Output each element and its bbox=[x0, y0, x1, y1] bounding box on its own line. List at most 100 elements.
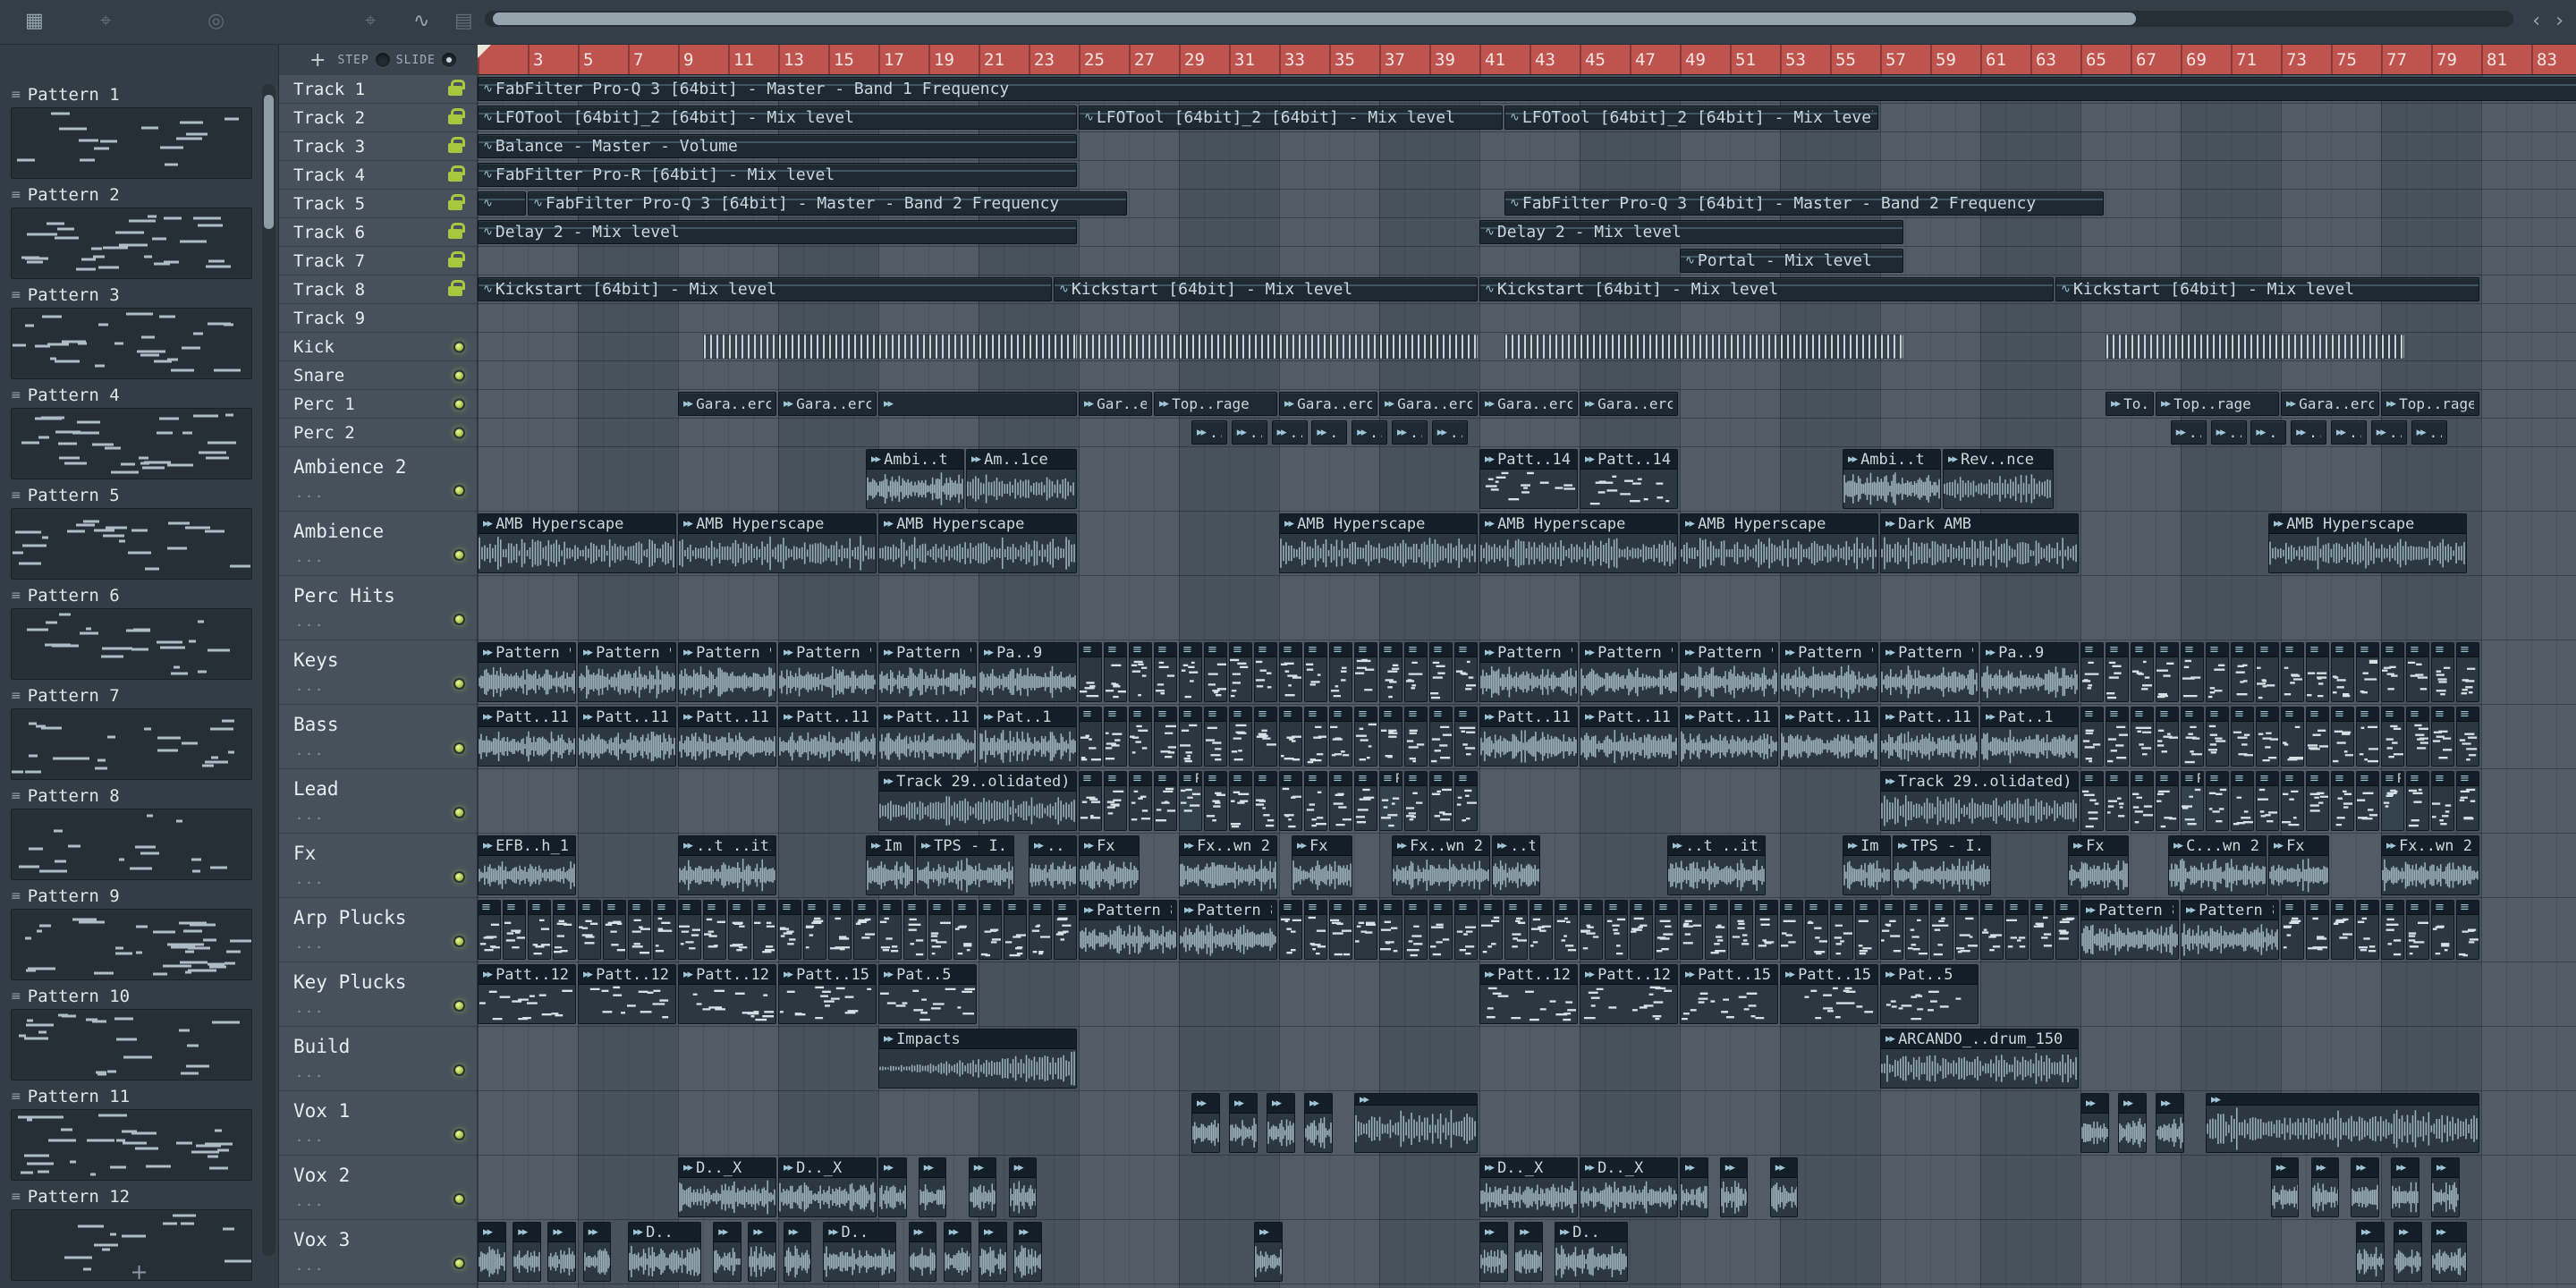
pattern-item[interactable]: ≡ Pattern 7 bbox=[11, 683, 254, 780]
playlist-clip[interactable]: ≡ bbox=[1329, 771, 1352, 831]
playlist-clip[interactable]: ≡ bbox=[703, 900, 726, 960]
playlist-lane-vox-2[interactable]: ▸▸ D.._X ▸▸ D.._X ▸▸ ▸▸ ▸▸ ▸▸ ▸▸ D.._X ▸▸ D.._X ▸▸ ▸▸… bbox=[478, 1156, 2576, 1220]
playlist-clip[interactable]: ▸▸ Gara..erc bbox=[678, 392, 776, 416]
playlist-clip[interactable]: ▸▸ ARCANDO_..drum_150 bbox=[1880, 1029, 2079, 1089]
playlist-clip[interactable]: ▸▸ bbox=[783, 1222, 812, 1282]
playlist-clip[interactable]: ▸▸..c bbox=[1191, 420, 1227, 445]
track-header-ambience-2[interactable]: Ambience 2... bbox=[279, 447, 477, 512]
playlist-clip[interactable]: ≡ bbox=[2080, 707, 2104, 767]
playlist-clip[interactable]: ≡ bbox=[1379, 900, 1402, 960]
timeline-bar-label[interactable]: 9 bbox=[683, 50, 693, 70]
timeline-bar-label[interactable]: 73 bbox=[2286, 50, 2307, 70]
pattern-item[interactable]: ≡ Pattern 2 bbox=[11, 182, 254, 279]
playlist-clip[interactable]: ▸▸..c bbox=[2210, 420, 2247, 445]
playlist-clip[interactable]: ≡ bbox=[628, 900, 651, 960]
playlist-clip[interactable]: ▸▸..t ..ition bbox=[678, 835, 776, 895]
playlist-clip[interactable]: ≡ bbox=[1755, 900, 1778, 960]
playlist-clip[interactable]: ≡ bbox=[2281, 707, 2304, 767]
playlist-clip[interactable]: ∿ FabFilter Pro-Q 3 [64bit] - Master - Ba… bbox=[528, 191, 1127, 216]
channel-rack-icon[interactable]: ▦ bbox=[25, 10, 44, 32]
playlist-clip[interactable]: ≡ bbox=[2306, 900, 2329, 960]
playlist-clip[interactable]: ≡ bbox=[1229, 642, 1252, 702]
playlist-clip[interactable]: ▸▸ D.._X bbox=[1580, 1157, 1678, 1217]
playlist-clip[interactable]: ≡ bbox=[1855, 900, 1878, 960]
playlist-clip[interactable]: ≡ bbox=[1054, 900, 1077, 960]
track-header-arp-plucks[interactable]: Arp Plucks... bbox=[279, 898, 477, 962]
playlist-clip[interactable]: ▸▸ Patt..11 bbox=[1479, 707, 1578, 767]
playlist-clip[interactable]: ≡ bbox=[1304, 707, 1327, 767]
track-header-bass[interactable]: Bass... bbox=[279, 705, 477, 769]
playlist-clip[interactable]: ▸▸ EFB..h_1 bbox=[478, 835, 576, 895]
pattern-scrollbar[interactable] bbox=[262, 84, 275, 1256]
playlist-clip[interactable]: ▸▸ bbox=[1191, 1093, 1220, 1153]
playlist-clip[interactable]: ≡ bbox=[2356, 900, 2379, 960]
playlist-clip[interactable]: ≡ bbox=[1730, 900, 1753, 960]
timeline-bar-label[interactable]: 49 bbox=[1685, 50, 1706, 70]
playlist-clip[interactable]: ∿ Delay 2 - Mix level bbox=[1479, 220, 1903, 244]
playlist-lane-track-4[interactable]: ∿ FabFilter Pro-R [64bit] - Mix level bbox=[478, 161, 2576, 190]
add-button[interactable]: + bbox=[309, 49, 326, 72]
playlist-clip[interactable]: ▸▸ Track 29..olidated) bbox=[878, 771, 1077, 831]
playlist-clip[interactable]: ≡ bbox=[2431, 900, 2454, 960]
track-led-indicator[interactable] bbox=[453, 1064, 465, 1076]
pattern-item[interactable]: ≡ Pattern 3 bbox=[11, 283, 254, 379]
timeline-bar-label[interactable]: 59 bbox=[1936, 50, 1956, 70]
playlist-clip[interactable]: ≡ bbox=[2231, 707, 2254, 767]
playlist-clip[interactable]: ≡ bbox=[1705, 900, 1728, 960]
playlist-clip[interactable]: ▸▸ Patt..11 bbox=[478, 707, 576, 767]
playlist-clip[interactable]: ≡ bbox=[828, 900, 852, 960]
playlist-clip[interactable]: ≡ bbox=[2456, 900, 2479, 960]
playlist-clip[interactable]: ▸▸ Patt..11 bbox=[578, 707, 676, 767]
track-led-indicator[interactable] bbox=[453, 549, 465, 561]
playlist-clip[interactable]: ▸▸ Pattern 9 bbox=[678, 642, 776, 702]
playlist-lane-perc-2[interactable]: ▸▸..c▸▸..c▸▸..c▸▸..c▸▸..c▸▸..c▸▸..c▸▸..c… bbox=[478, 419, 2576, 447]
playlist-clip[interactable]: ▸▸ Fx bbox=[1292, 835, 1352, 895]
track-header-track-5[interactable]: Track 5 bbox=[279, 190, 477, 218]
timeline-bar-label[interactable]: 7 bbox=[633, 50, 643, 70]
playlist-lane-arp-plucks[interactable]: ≡ ≡ ≡ ≡ ≡ ≡ ≡ ≡ ≡ ≡ ≡ ≡ ≡ ≡ ≡ ≡ ≡ ≡ ≡ ≡ ≡ ≡ ≡ ≡ ▸▸ Pattern 8 ▸▸ Pat… bbox=[478, 898, 2576, 962]
drum-hit-clips[interactable] bbox=[2106, 335, 2404, 359]
pattern-thumbnail[interactable] bbox=[11, 1009, 252, 1080]
playlist-clip[interactable]: ▸▸ bbox=[878, 1157, 907, 1217]
playlist-clip[interactable]: ≡ bbox=[2206, 642, 2229, 702]
timeline-bar-label[interactable]: 5 bbox=[583, 50, 593, 70]
playlist-clip[interactable]: ▸▸ bbox=[2351, 1157, 2379, 1217]
playlist-clip[interactable]: ▸▸ D.. bbox=[1555, 1222, 1628, 1282]
playlist-clip[interactable]: ▸▸ Gara..erc bbox=[778, 392, 877, 416]
playlist-clip[interactable]: ≡ bbox=[1204, 771, 1227, 831]
playlist-clip[interactable]: ≡ bbox=[2256, 642, 2279, 702]
playlist-clip[interactable]: ≡ bbox=[1079, 642, 1102, 702]
playlist-clip[interactable]: ▸▸ D.. bbox=[823, 1222, 897, 1282]
drum-hit-clips[interactable] bbox=[1504, 335, 1903, 359]
playlist-clip[interactable]: ≡ bbox=[1129, 707, 1152, 767]
playlist-clip[interactable]: ≡ bbox=[2381, 707, 2404, 767]
playlist-clip[interactable]: ▸▸ Patt..14 bbox=[1479, 449, 1578, 509]
playlist-clip[interactable]: ≡ bbox=[2406, 642, 2429, 702]
playlist-clip[interactable]: ▸▸ bbox=[908, 1222, 937, 1282]
playlist-clip[interactable]: ▸▸ AMB Hyperscape bbox=[2268, 513, 2467, 573]
playlist-lane-track-9[interactable] bbox=[478, 304, 2576, 333]
playlist-clip[interactable]: ≡ bbox=[1104, 771, 1127, 831]
playlist-clip[interactable]: ▸▸To..ge bbox=[2106, 392, 2154, 416]
playlist-clip[interactable]: ≡ bbox=[1329, 642, 1352, 702]
playlist-clip[interactable]: ▸▸ AMB Hyperscape bbox=[478, 513, 676, 573]
playlist-clip[interactable]: ▸▸ Pat..1 bbox=[1980, 707, 2079, 767]
playlist-clip[interactable]: ≡ bbox=[1880, 900, 1903, 960]
playlist-clip[interactable]: ≡ bbox=[953, 900, 977, 960]
track-led-indicator[interactable] bbox=[453, 1193, 465, 1205]
track-header-snare[interactable]: Snare bbox=[279, 361, 477, 390]
playlist-clip[interactable]: ≡ bbox=[928, 900, 952, 960]
playlist-clip[interactable]: ▸▸ Patt..12 bbox=[578, 964, 676, 1024]
track-led-indicator[interactable] bbox=[453, 427, 465, 438]
playlist-clip[interactable]: ≡ bbox=[1129, 642, 1152, 702]
playlist-clip[interactable]: ▸▸ bbox=[2156, 1093, 2184, 1153]
pattern-thumbnail[interactable] bbox=[11, 408, 252, 479]
playlist-clip[interactable]: ▸▸ bbox=[2431, 1222, 2467, 1282]
pattern-thumbnail[interactable] bbox=[11, 308, 252, 379]
playlist-clip[interactable]: ≡ bbox=[1429, 707, 1453, 767]
playlist-clip[interactable]: ≡ bbox=[2080, 771, 2104, 831]
playlist-lane-track-7[interactable]: ∿ Portal - Mix level bbox=[478, 247, 2576, 275]
playlist-clip[interactable]: ▸▸ Pat..5 bbox=[1880, 964, 1979, 1024]
playlist-clip[interactable]: ≡ bbox=[1905, 900, 1928, 960]
pattern-item[interactable]: ≡ Pattern 4 bbox=[11, 383, 254, 479]
